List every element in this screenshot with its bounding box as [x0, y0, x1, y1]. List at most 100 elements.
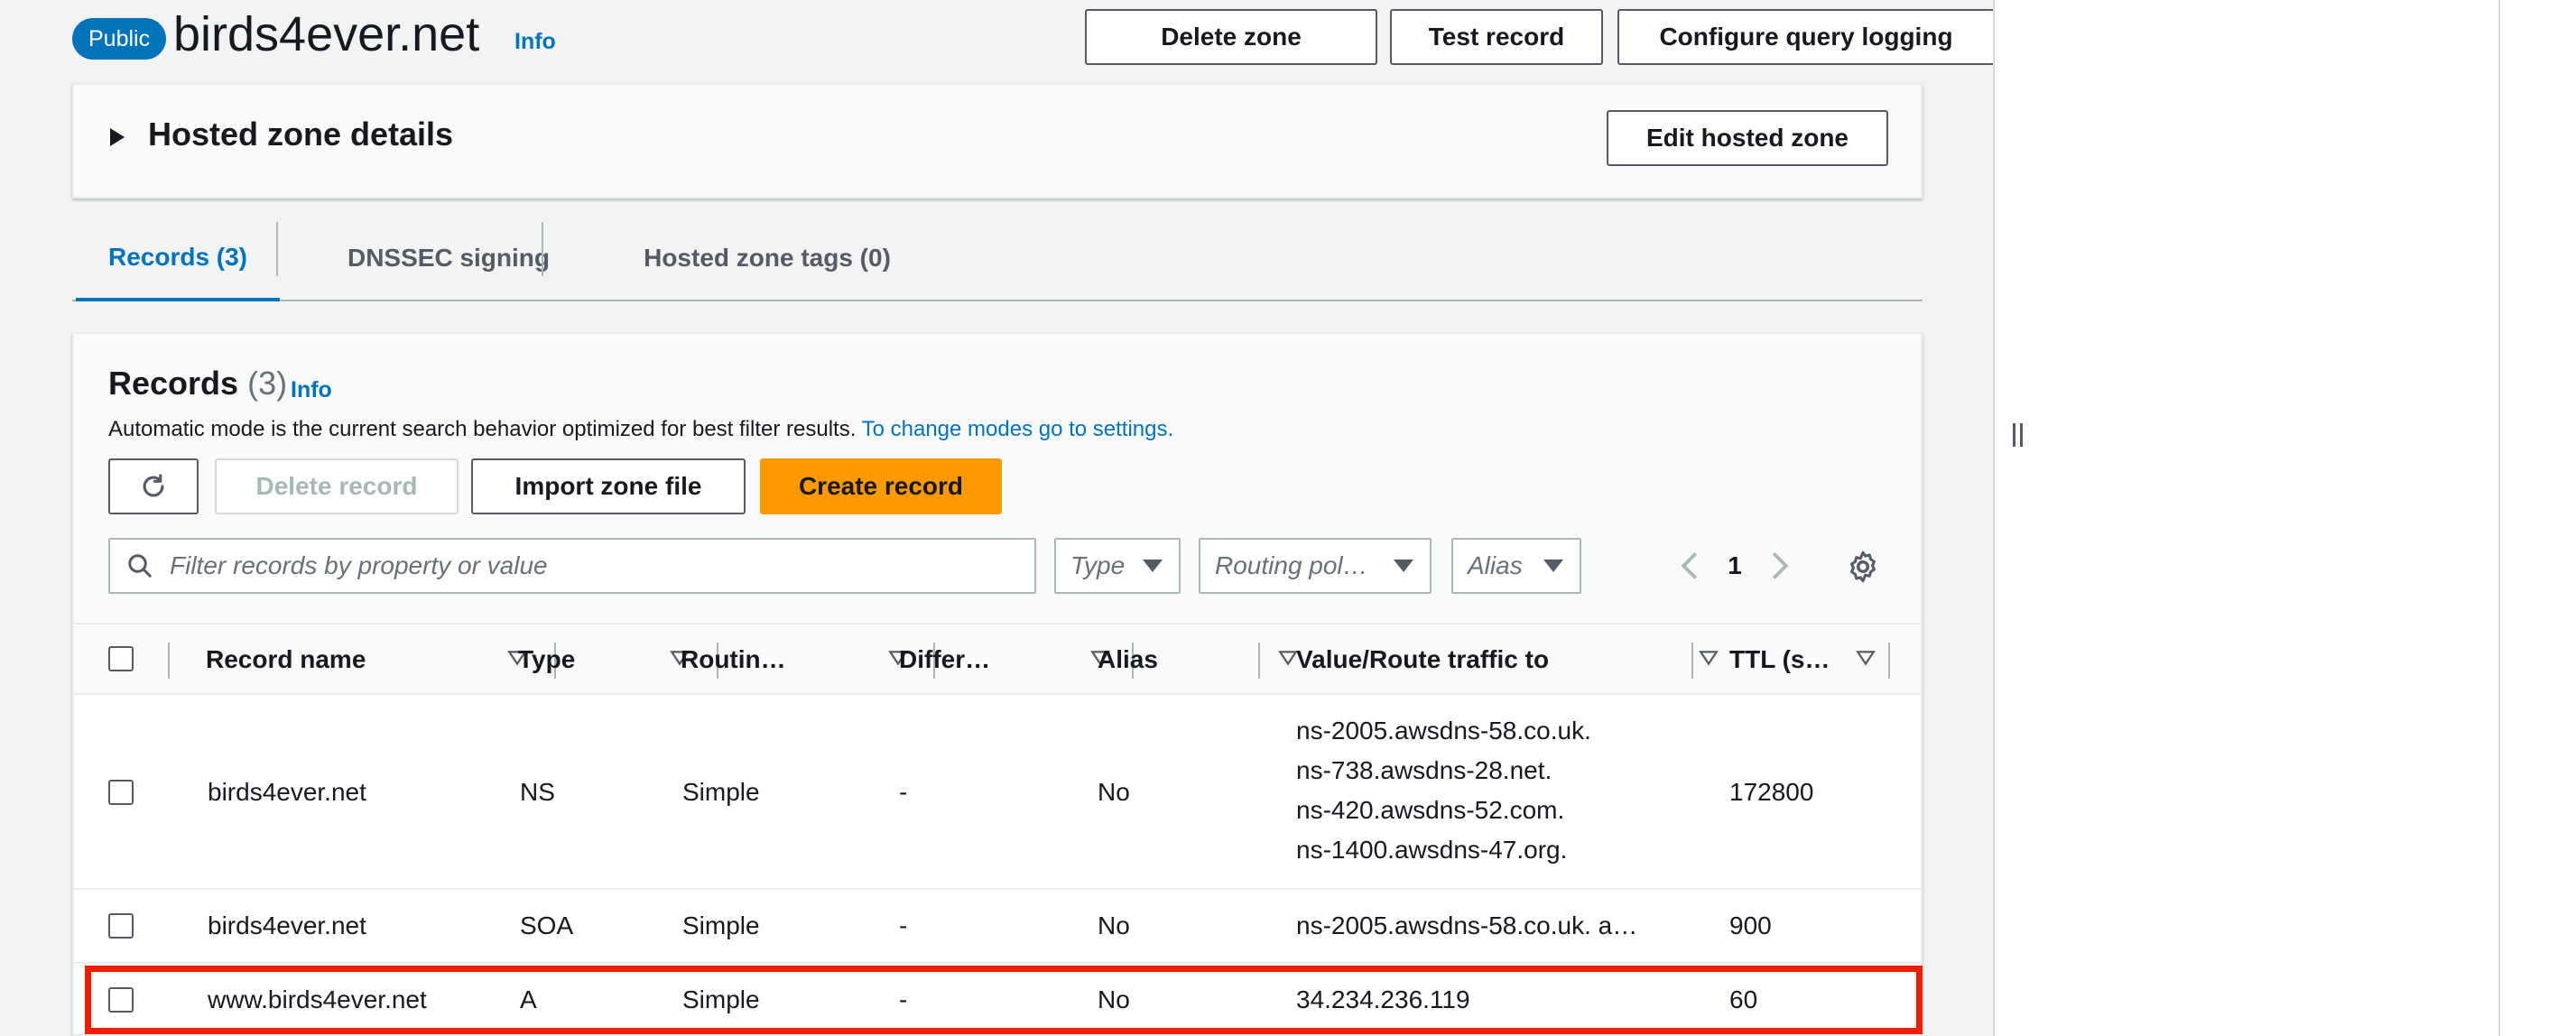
- column-header-routing-policy[interactable]: Routin…: [681, 624, 908, 695]
- caret-down-icon: [1143, 560, 1163, 572]
- records-info-link[interactable]: Info: [291, 377, 332, 403]
- page-title: birds4ever.net: [173, 7, 480, 61]
- record-name-cell: www.birds4ever.net: [208, 985, 427, 1013]
- value-cell: ns-2005.awsdns-58.co.uk. ns-738.awsdns-2…: [1296, 711, 1591, 870]
- routing-policy-cell: Simple: [682, 778, 760, 806]
- caret-down-icon: [1543, 560, 1563, 572]
- table-row[interactable]: www.birds4ever.net A Simple - No 34.234.…: [74, 964, 1923, 1036]
- differentiator-cell: -: [899, 911, 908, 939]
- records-count: (3): [247, 365, 288, 402]
- record-type-cell: SOA: [520, 911, 574, 939]
- zone-tabs: Records (3) DNSSEC signing Hosted zone t…: [72, 217, 1923, 301]
- alias-cell: No: [1098, 778, 1130, 806]
- zone-info-link[interactable]: Info: [514, 29, 556, 55]
- sort-icon: [1856, 651, 1876, 666]
- record-name-cell: birds4ever.net: [208, 778, 366, 806]
- search-icon: [128, 554, 152, 578]
- column-header-alias[interactable]: Alias: [1098, 624, 1314, 695]
- records-table: Record name Type Routin… Differ… Alias V…: [74, 623, 1923, 1036]
- public-badge: Public: [72, 18, 167, 60]
- expand-caret-icon[interactable]: [110, 128, 125, 146]
- records-panel: Records (3) Info Automatic mode is the c…: [72, 332, 1923, 1036]
- alias-cell: No: [1098, 911, 1130, 939]
- record-name-cell: birds4ever.net: [208, 911, 366, 939]
- handle-bar: [2012, 423, 2015, 447]
- change-mode-settings-link[interactable]: To change modes go to settings.: [862, 417, 1174, 441]
- caret-down-icon: [1394, 560, 1413, 572]
- ttl-cell: 900: [1729, 911, 1772, 939]
- sort-icon: [1278, 651, 1298, 666]
- split-panel: [1993, 0, 2576, 1036]
- type-filter-label: Type: [1070, 551, 1126, 579]
- edit-hosted-zone-button[interactable]: Edit hosted zone: [1607, 110, 1888, 166]
- column-divider: [1258, 643, 1260, 679]
- sort-icon: [1699, 651, 1719, 666]
- handle-bar: [2019, 423, 2023, 447]
- hosted-zone-details-toggle[interactable]: Hosted zone details: [148, 116, 453, 153]
- tab-records[interactable]: Records (3): [76, 217, 280, 301]
- gear-icon[interactable]: [1845, 549, 1881, 585]
- import-zone-file-button[interactable]: Import zone file: [471, 458, 746, 514]
- routing-policy-cell: Simple: [682, 911, 760, 939]
- tab-divider: [542, 222, 543, 276]
- ttl-cell: 60: [1729, 985, 1758, 1013]
- tab-divider: [276, 222, 278, 276]
- differentiator-cell: -: [899, 985, 908, 1013]
- column-header-value[interactable]: Value/Route traffic to: [1296, 624, 1729, 695]
- filter-records-input[interactable]: [168, 547, 1016, 585]
- value-line: ns-1400.awsdns-47.org.: [1296, 836, 1568, 864]
- records-heading: Records (3): [108, 365, 287, 402]
- alias-cell: No: [1098, 985, 1130, 1013]
- alias-filter-select[interactable]: Alias: [1451, 538, 1581, 594]
- page-number-button[interactable]: 1: [1708, 551, 1762, 580]
- table-row[interactable]: birds4ever.net SOA Simple - No ns-2005.a…: [74, 890, 1921, 964]
- type-filter-select[interactable]: Type: [1054, 538, 1181, 594]
- record-type-cell: NS: [520, 778, 555, 806]
- value-line: ns-420.awsdns-52.com.: [1296, 796, 1565, 824]
- refresh-button[interactable]: [108, 458, 199, 514]
- tab-dnssec-signing[interactable]: DNSSEC signing: [318, 217, 579, 300]
- value-line: ns-2005.awsdns-58.co.uk.: [1296, 717, 1591, 745]
- resize-handle[interactable]: [2007, 422, 2027, 448]
- alias-filter-label: Alias: [1468, 551, 1523, 579]
- next-page-button[interactable]: [1762, 548, 1798, 584]
- value-cell: 34.234.236.119: [1296, 985, 1470, 1013]
- column-header-record-name[interactable]: Record name: [206, 624, 536, 695]
- routing-filter-label: Routing pol…: [1215, 551, 1368, 579]
- differentiator-cell: -: [899, 778, 908, 806]
- chevron-left-icon: [1681, 552, 1698, 579]
- window-edge-divider: [2498, 0, 2500, 1036]
- main-content: Public birds4ever.net Info Delete zone T…: [0, 0, 1993, 1036]
- hosted-zone-details-panel: Hosted zone details Edit hosted zone: [72, 83, 1923, 199]
- search-mode-text: Automatic mode is the current search beh…: [108, 417, 857, 441]
- create-record-button[interactable]: Create record: [760, 458, 1002, 514]
- refresh-icon: [143, 474, 164, 497]
- search-mode-description: Automatic mode is the current search beh…: [108, 417, 1173, 442]
- filter-records-search: [108, 538, 1036, 594]
- table-header: Record name Type Routin… Differ… Alias V…: [74, 623, 1921, 695]
- configure-query-logging-button[interactable]: Configure query logging: [1617, 9, 1993, 65]
- row-checkbox[interactable]: [108, 987, 134, 1013]
- column-header-type[interactable]: Type: [518, 624, 699, 695]
- delete-record-button[interactable]: Delete record: [215, 458, 459, 514]
- routing-policy-cell: Simple: [682, 985, 760, 1013]
- tab-hosted-zone-tags[interactable]: Hosted zone tags (0): [617, 217, 917, 300]
- test-record-button[interactable]: Test record: [1390, 9, 1603, 65]
- column-divider: [1888, 643, 1890, 679]
- column-divider: [1691, 643, 1693, 679]
- ttl-cell: 172800: [1729, 778, 1814, 806]
- previous-page-button[interactable]: [1672, 548, 1708, 584]
- column-header-ttl[interactable]: TTL (s…: [1729, 624, 1910, 695]
- table-row[interactable]: birds4ever.net NS Simple - No ns-2005.aw…: [74, 695, 1921, 890]
- select-all-checkbox[interactable]: [108, 646, 134, 671]
- row-checkbox[interactable]: [108, 913, 134, 939]
- record-type-cell: A: [520, 985, 537, 1013]
- value-cell: ns-2005.awsdns-58.co.uk. a…: [1296, 911, 1638, 939]
- value-line: ns-738.awsdns-28.net.: [1296, 756, 1552, 784]
- column-divider: [168, 643, 170, 679]
- records-title: Records: [108, 365, 239, 402]
- delete-zone-button[interactable]: Delete zone: [1085, 9, 1377, 65]
- row-checkbox[interactable]: [108, 780, 134, 805]
- column-header-differentiator[interactable]: Differ…: [899, 624, 1116, 695]
- routing-policy-filter-select[interactable]: Routing pol…: [1199, 538, 1432, 594]
